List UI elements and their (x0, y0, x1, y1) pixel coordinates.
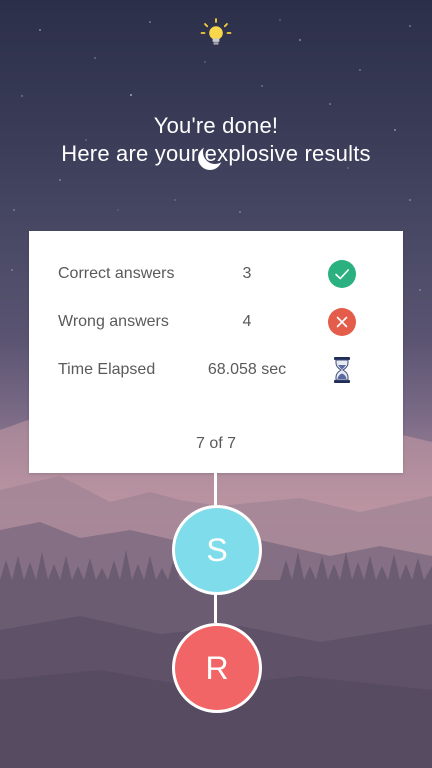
title-line-1: You're done! (153, 113, 279, 138)
results-row-correct: Correct answers 3 (29, 259, 403, 289)
share-button-label: S (206, 531, 228, 568)
results-card: Correct answers 3 Wrong answers 4 Time E… (29, 231, 403, 473)
time-elapsed-value: 68.058 sec (207, 361, 287, 378)
share-button[interactable]: S (172, 505, 262, 595)
question-counter: 7 of 7 (195, 435, 237, 452)
connector-line-top (214, 473, 217, 509)
restart-button[interactable]: R (172, 623, 262, 713)
title-line-2: Here are your explosive results (61, 141, 371, 166)
results-row-time: Time Elapsed 68.058 sec (29, 355, 403, 385)
connector-line-middle (214, 593, 217, 623)
correct-answers-label: Correct answers (58, 265, 175, 282)
wrong-answers-label: Wrong answers (58, 313, 169, 330)
close-icon (328, 308, 356, 336)
restart-button-label: R (205, 649, 229, 686)
results-row-wrong: Wrong answers 4 (29, 307, 403, 337)
results-screen: You're done! Here are your explosive res… (0, 0, 432, 768)
correct-answers-value: 3 (242, 265, 252, 282)
check-icon (328, 260, 356, 288)
time-elapsed-label: Time Elapsed (58, 361, 156, 378)
lightbulb-icon[interactable] (200, 18, 232, 50)
hourglass-icon (334, 357, 350, 383)
wrong-answers-value: 4 (242, 313, 252, 330)
results-title: You're done! Here are your explosive res… (0, 112, 432, 168)
